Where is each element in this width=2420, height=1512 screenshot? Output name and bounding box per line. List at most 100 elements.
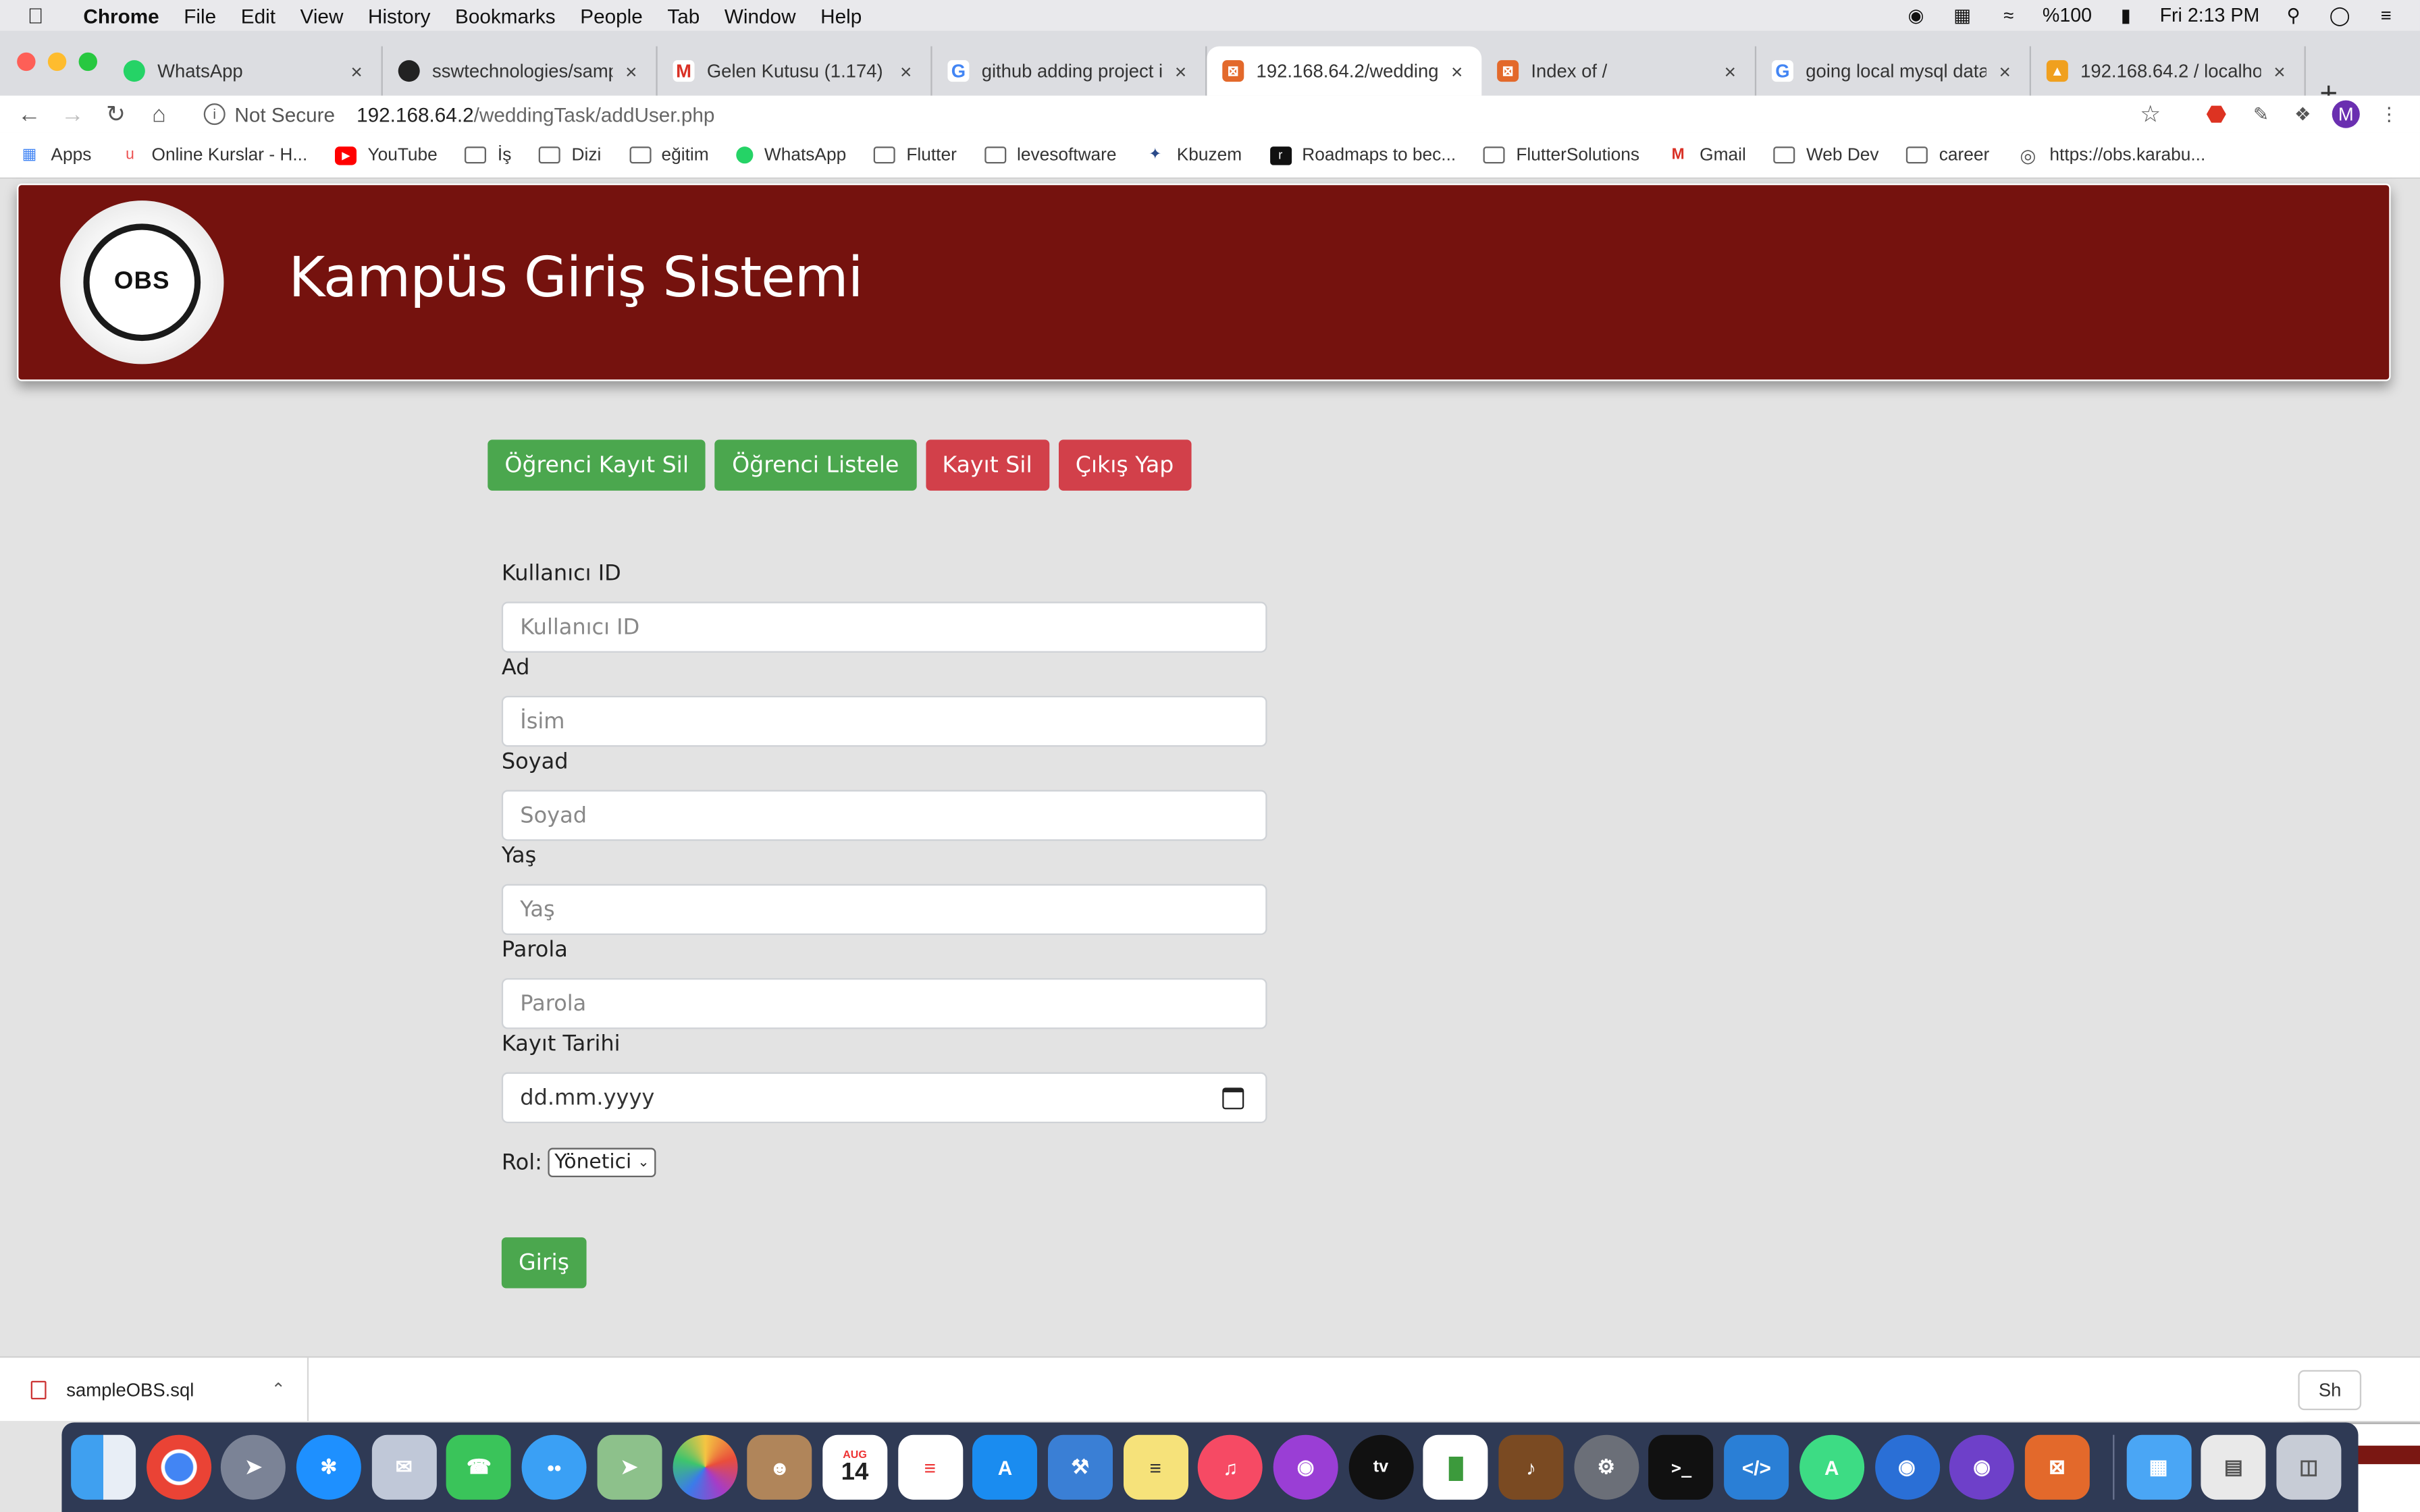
clock[interactable]: Fri 2:13 PM (2160, 5, 2260, 26)
reminders-icon[interactable]: ≡ (897, 1434, 963, 1500)
menu-help[interactable]: Help (808, 4, 874, 27)
close-tab-icon[interactable]: × (897, 59, 915, 82)
logout-button[interactable]: Çıkış Yap (1058, 439, 1191, 491)
garageband-icon[interactable]: ♪ (1498, 1434, 1564, 1500)
bookmark-levesoftware[interactable]: levesoftware (984, 146, 1117, 164)
bookmark-egitim[interactable]: eğitim (629, 146, 709, 164)
bookmark-career[interactable]: career (1906, 146, 1989, 164)
delete-record-button[interactable]: Kayıt Sil (925, 439, 1049, 491)
close-tab-icon[interactable]: × (2270, 59, 2288, 82)
chrome-icon[interactable] (146, 1434, 211, 1500)
menu-app-name[interactable]: Chrome (71, 4, 172, 27)
tab-google-mysql-search[interactable]: G going local mysql databa × (1756, 46, 2031, 96)
tab-whatsapp[interactable]: WhatsApp × (108, 46, 383, 96)
vscode-icon[interactable]: </> (1724, 1434, 1789, 1500)
extensions-puzzle-icon[interactable]: ❖ (2289, 101, 2317, 128)
url-text[interactable]: 192.168.64.2/weddingTask/addUser.php (357, 103, 714, 126)
zoom-window-button[interactable] (78, 52, 97, 72)
bookmark-youtube[interactable]: ▶ YouTube (335, 145, 438, 165)
bookmark-online-kurslar[interactable]: u Online Kurslar - H... (119, 146, 307, 164)
surname-input[interactable]: Soyad (501, 790, 1267, 841)
menu-view[interactable]: View (288, 4, 355, 27)
tab-google-github-search[interactable]: G github adding project im × (932, 46, 1207, 96)
bookmark-kbuzem[interactable]: ✦ Kbuzem (1145, 146, 1242, 164)
apple-tv-icon[interactable]: tv (1348, 1434, 1413, 1500)
battery-monitor-icon[interactable]: ▦ (1950, 5, 1975, 26)
terminal-icon[interactable]: >_ (1649, 1434, 1714, 1500)
close-tab-icon[interactable]: × (1995, 59, 2014, 82)
close-tab-icon[interactable]: × (1721, 59, 1739, 82)
name-input[interactable]: İsim (501, 695, 1267, 747)
menu-file[interactable]: File (172, 4, 228, 27)
xcode-icon[interactable]: ⚒ (1047, 1434, 1113, 1500)
music-icon[interactable]: ♫ (1198, 1434, 1263, 1500)
safari-icon[interactable]: ✻ (296, 1434, 361, 1500)
chevron-up-icon[interactable]: ⌃ (271, 1379, 286, 1399)
wifi-icon[interactable]: ≈ (1996, 5, 2021, 26)
siri-icon[interactable]: ◯ (2327, 5, 2352, 26)
bookmark-apps[interactable]: ▦ Apps (18, 146, 92, 164)
apple-icon[interactable]:  (0, 3, 71, 28)
photos-icon[interactable] (672, 1434, 737, 1500)
role-select[interactable]: Yönetici ⌄ (548, 1148, 656, 1177)
tab-github[interactable]: sswtechnologies/sample × (383, 46, 658, 96)
back-arrow-icon[interactable]: ← (7, 101, 51, 128)
tab-phpmyadmin[interactable]: ▲ 192.168.64.2 / localhost × (2031, 46, 2306, 96)
trash-icon[interactable]: ◫ (2276, 1434, 2342, 1500)
app-store-icon[interactable]: A (972, 1434, 1038, 1500)
finder-icon[interactable] (71, 1434, 136, 1500)
address-bar[interactable]: i Not Secure 192.168.64.2/weddingTask/ad… (191, 96, 2182, 133)
bookmark-flutter[interactable]: Flutter (874, 146, 957, 164)
download-item[interactable]: sampleOBS.sql ⌃ (0, 1357, 309, 1422)
list-students-button[interactable]: Öğrenci Listele (714, 439, 916, 491)
podcasts-icon[interactable]: ◉ (1273, 1434, 1338, 1500)
minimize-window-button[interactable] (47, 52, 67, 72)
tab-index-of[interactable]: ⊠ Index of / × (1481, 46, 1757, 96)
profile-avatar[interactable]: M (2332, 100, 2360, 128)
submit-button[interactable]: Giriş (501, 1237, 587, 1289)
show-all-button[interactable]: Sh (2298, 1370, 2362, 1411)
numbers-icon[interactable]: █ (1423, 1434, 1489, 1500)
home-icon[interactable]: ⌂ (137, 101, 180, 128)
registration-date-input[interactable]: dd.mm.yyyy (501, 1072, 1267, 1123)
calendar-icon[interactable]: AUG 14 (822, 1434, 887, 1500)
adblock-extension-icon[interactable]: ⬣ (2203, 101, 2230, 128)
battery-icon[interactable]: ▮ (2113, 5, 2138, 26)
bookmark-gmail[interactable]: M Gmail (1667, 146, 1746, 164)
recent-document-icon[interactable]: ▤ (2201, 1434, 2266, 1500)
bookmark-roadmaps[interactable]: r Roadmaps to bec... (1269, 145, 1456, 165)
downloads-folder-icon[interactable]: ▦ (2126, 1434, 2191, 1500)
password-input[interactable]: Parola (501, 978, 1267, 1029)
bookmark-is[interactable]: İş (465, 146, 511, 164)
tab-gmail[interactable]: M Gelen Kutusu (1.174) - le × (658, 46, 932, 96)
menu-edit[interactable]: Edit (228, 4, 288, 27)
mail-icon[interactable]: ✉ (371, 1434, 437, 1500)
xampp-icon[interactable]: ⊠ (2024, 1434, 2090, 1500)
eyedropper-extension-icon[interactable]: ✎ (2247, 101, 2275, 128)
menu-people[interactable]: People (568, 4, 655, 27)
close-tab-icon[interactable]: × (1172, 59, 1190, 82)
calendar-icon[interactable] (1222, 1087, 1244, 1109)
close-tab-icon[interactable]: × (1448, 59, 1466, 82)
menu-history[interactable]: History (356, 4, 443, 27)
age-input[interactable]: Yaş (501, 884, 1267, 936)
spotlight-search-icon[interactable]: ⚲ (2281, 5, 2306, 26)
launchpad-icon[interactable]: ➤ (221, 1434, 286, 1500)
facetime-icon[interactable]: ☎ (446, 1434, 512, 1500)
chrome-menu-icon[interactable]: ⋮ (2375, 101, 2403, 128)
menu-tab[interactable]: Tab (655, 4, 712, 27)
close-tab-icon[interactable]: × (347, 59, 365, 82)
menu-window[interactable]: Window (712, 4, 808, 27)
notes-icon[interactable]: ≡ (1123, 1434, 1188, 1500)
tab-active-adduser[interactable]: ⊠ 192.168.64.2/weddingTa × (1207, 46, 1482, 96)
bitwarden-icon[interactable]: ◉ (1903, 5, 1928, 26)
close-window-button[interactable] (17, 52, 36, 72)
bookmark-web-dev[interactable]: Web Dev (1773, 146, 1879, 164)
android-studio-icon[interactable]: A (1799, 1434, 1864, 1500)
github-desktop-icon[interactable]: ◉ (1949, 1434, 2015, 1500)
bookmark-dizi[interactable]: Dizi (539, 146, 601, 164)
delete-student-record-button[interactable]: Öğrenci Kayıt Sil (488, 439, 706, 491)
site-info-icon[interactable]: i (203, 103, 226, 126)
close-tab-icon[interactable]: × (622, 59, 640, 82)
reload-icon[interactable]: ↻ (94, 101, 137, 128)
